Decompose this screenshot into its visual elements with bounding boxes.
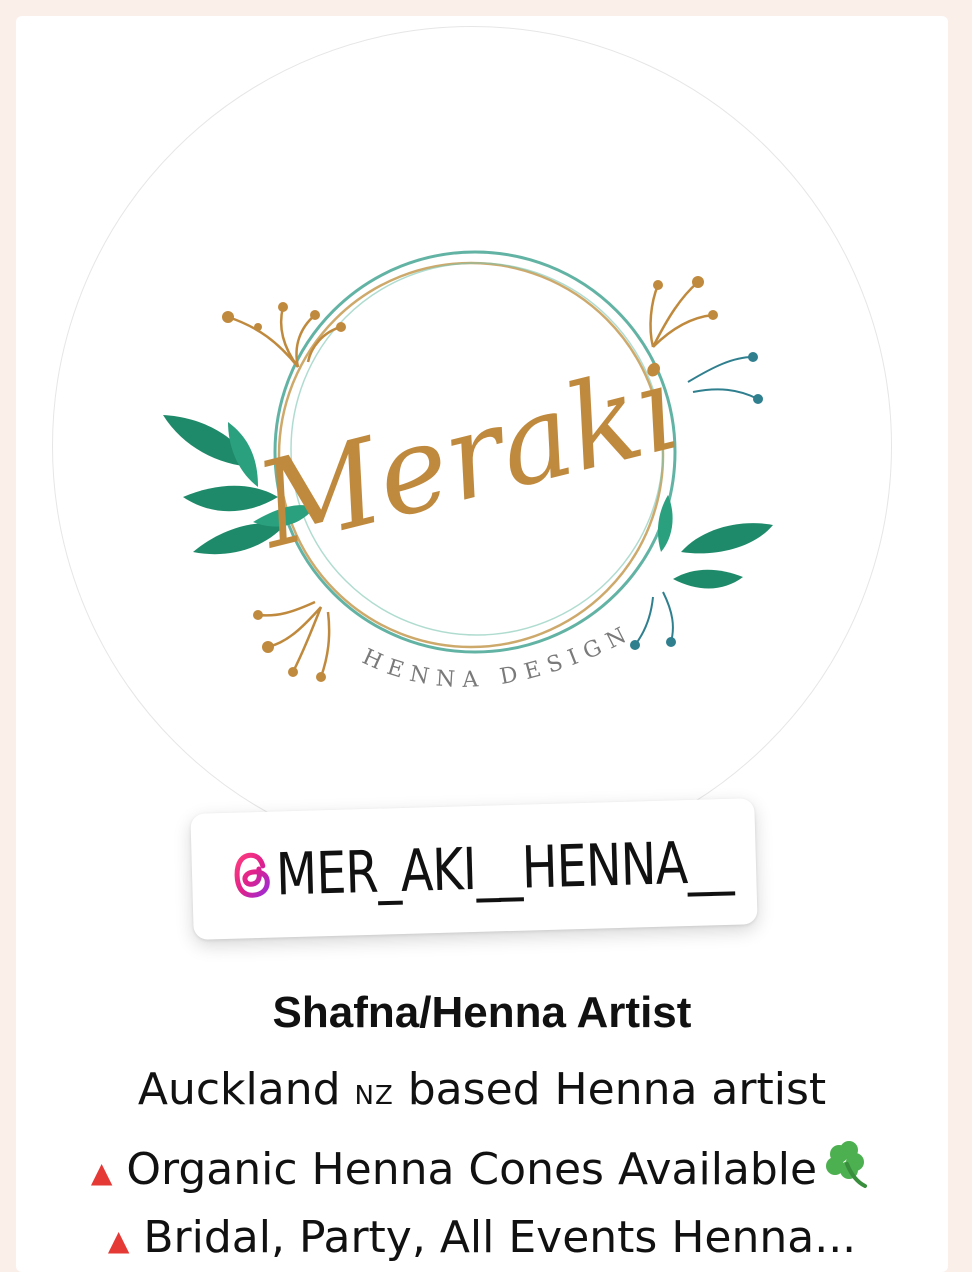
bio-location-nz: NZ: [354, 1081, 394, 1111]
bio-line-events: ▲ Bridal, Party, All Events Henna...: [16, 1212, 948, 1263]
sprig-bottom-left: [257, 600, 331, 678]
bio-location-part-a: Auckland: [137, 1064, 355, 1115]
logo-subtitle-text: HENNA DESIGN: [358, 620, 637, 693]
instagram-handle-text: MER_AKI__HENNA__: [275, 827, 735, 909]
red-triangle-icon: ▲: [107, 1223, 130, 1257]
bio-events-text: Bridal, Party, All Events Henna...: [143, 1212, 857, 1263]
logo-script-text: Meraki: [243, 338, 692, 576]
threads-icon: [234, 852, 270, 898]
bio-line-cones: ▲ Organic Henna Cones Available: [16, 1138, 948, 1195]
meraki-logo: Meraki HENNA DESIGN: [163, 250, 773, 693]
bio-location-part-b: based Henna artist: [393, 1064, 827, 1115]
profile-name: Shafna/Henna Artist: [272, 988, 692, 1037]
sprig-top-left: [227, 306, 342, 368]
bio-line-location: Auckland NZ based Henna artist: [16, 1064, 948, 1115]
profile-card: Meraki HENNA DESIGN MER_AKI__HENNA__ Sha…: [16, 16, 948, 1272]
sprig-top-right: [649, 281, 714, 348]
leaves-right: [657, 495, 773, 589]
instagram-handle-sticker[interactable]: MER_AKI__HENNA__: [190, 798, 758, 940]
red-triangle-icon: ▲: [90, 1155, 113, 1189]
bio-cones-text: Organic Henna Cones Available: [126, 1144, 818, 1195]
profile-avatar[interactable]: Meraki HENNA DESIGN: [52, 26, 892, 866]
shamrock-icon: [826, 1141, 868, 1188]
